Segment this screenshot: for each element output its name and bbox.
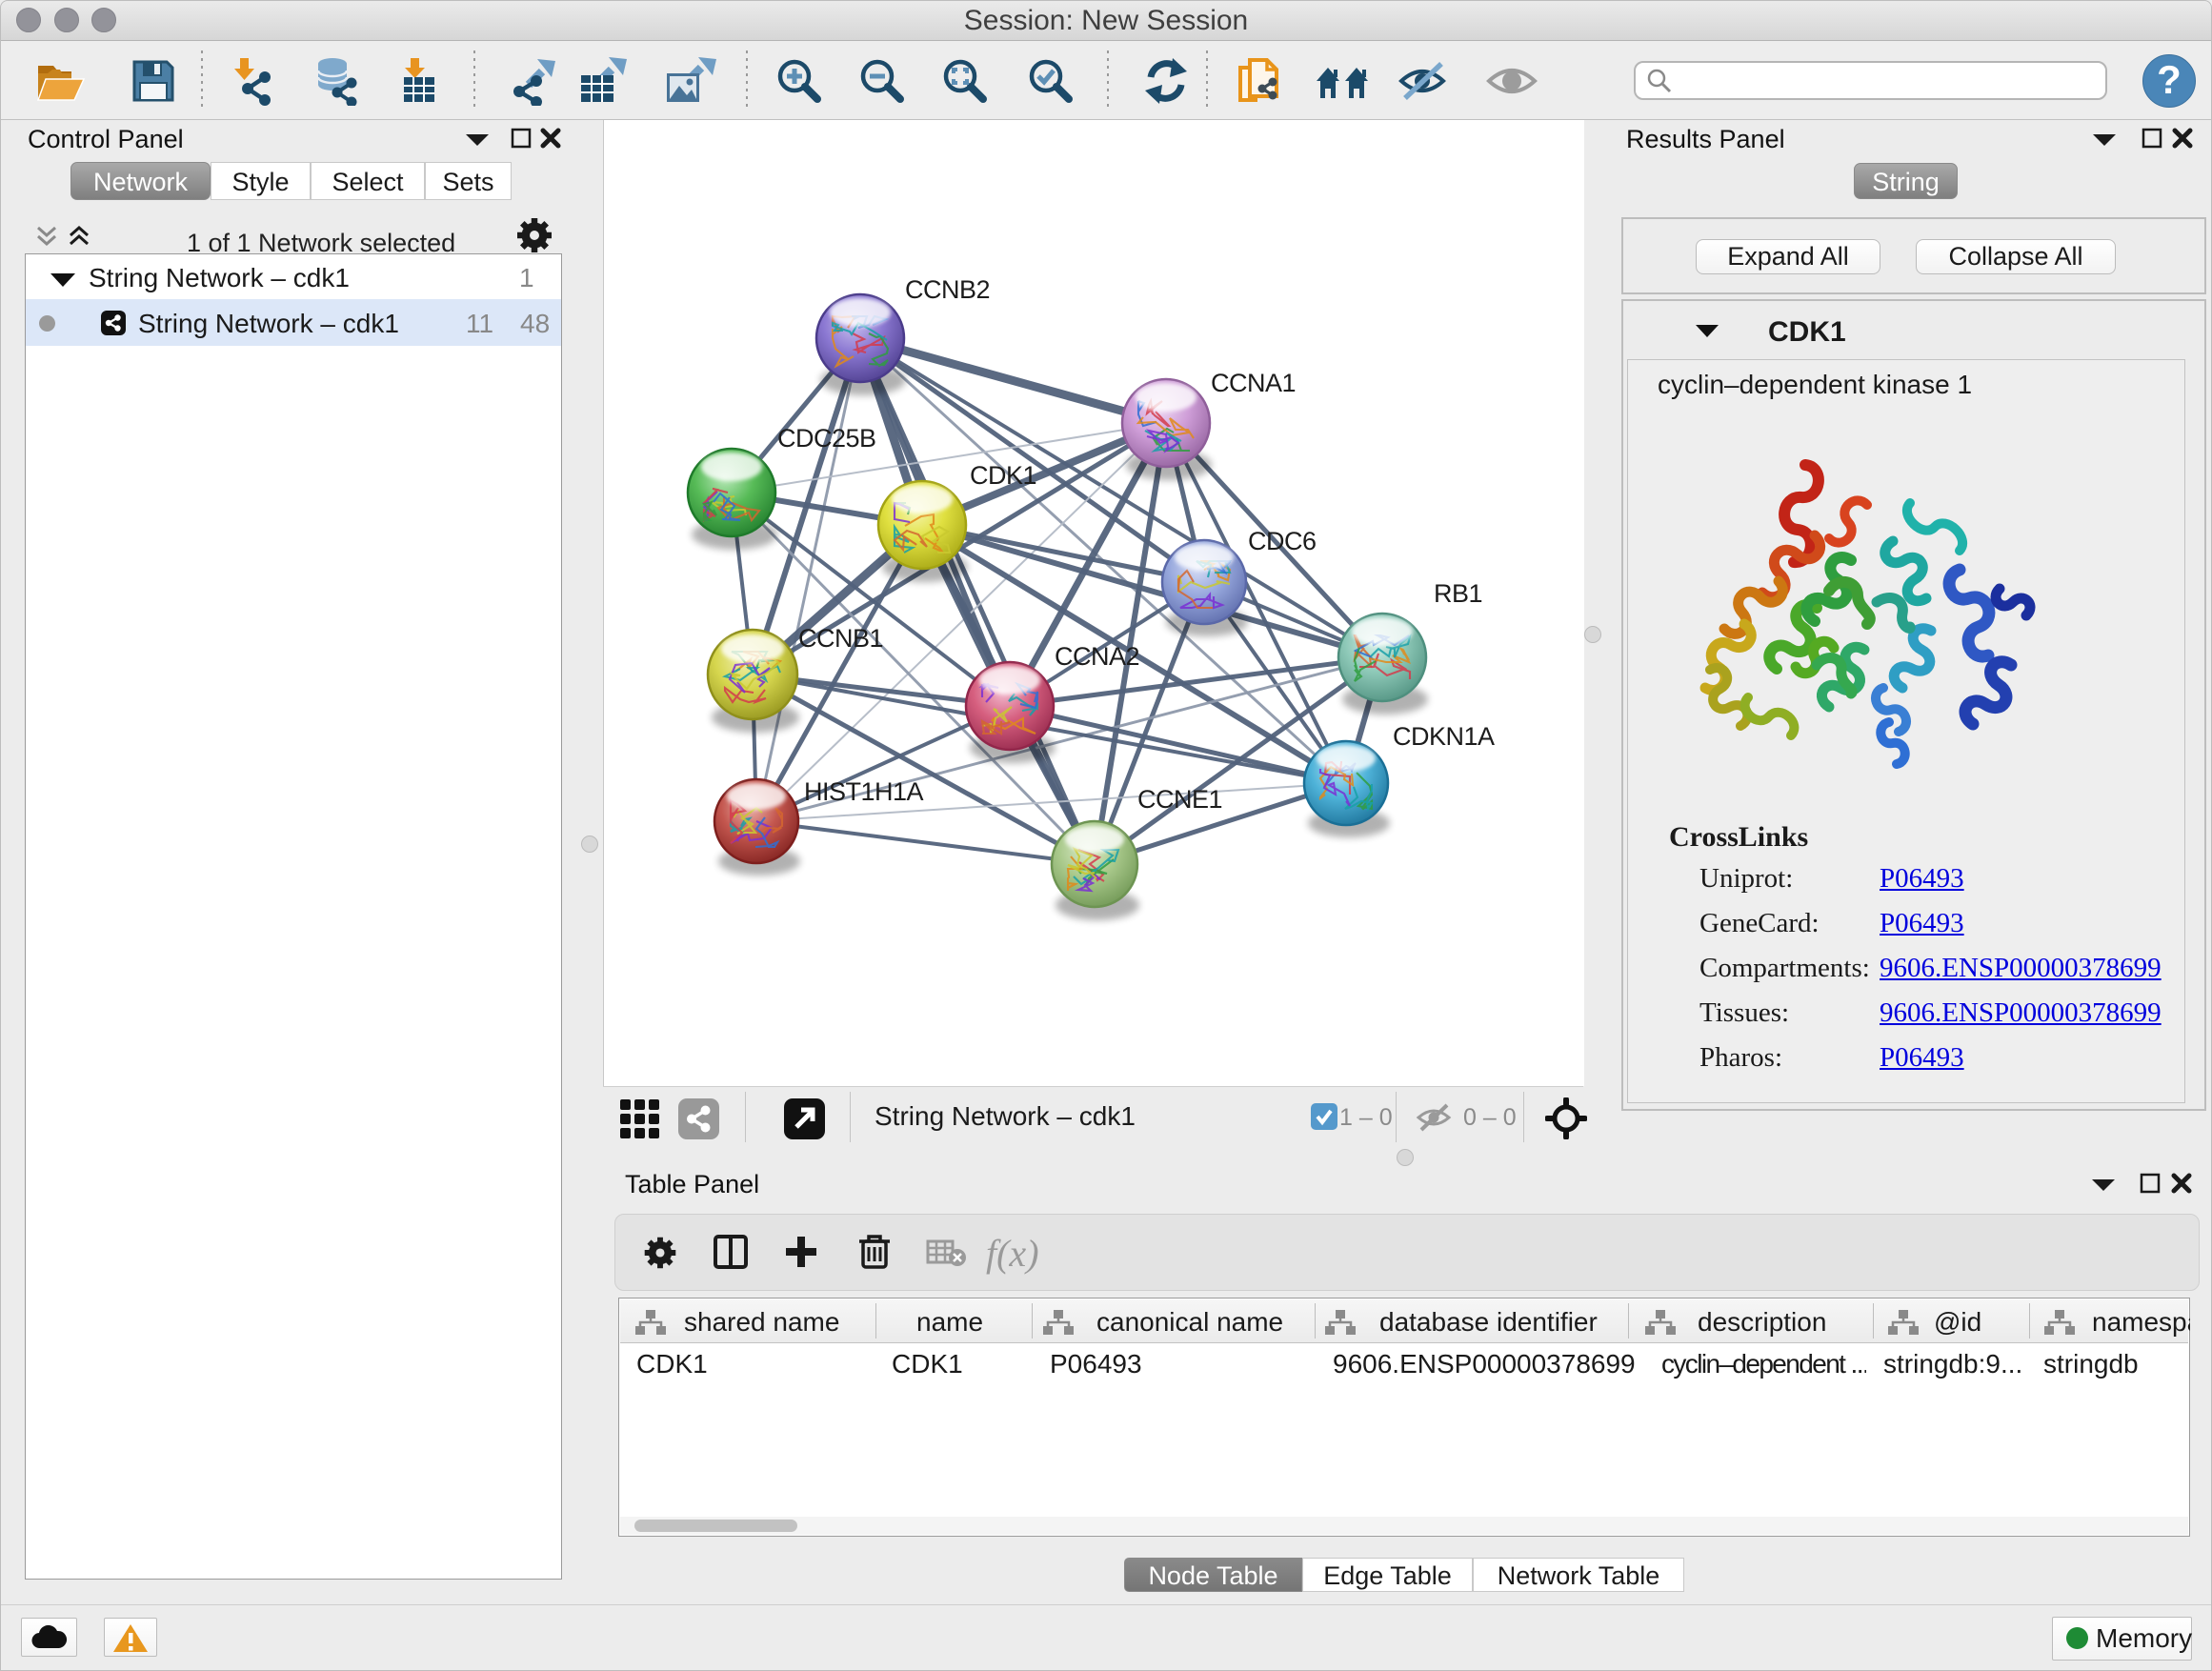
svg-text:CCNB1: CCNB1 (798, 624, 883, 653)
svg-text:CDC6: CDC6 (1248, 527, 1317, 555)
svg-text:CDKN1A: CDKN1A (1393, 722, 1495, 751)
svg-text:CCNA1: CCNA1 (1211, 369, 1296, 397)
svg-text:CDK1: CDK1 (970, 461, 1036, 490)
svg-text:CCNA2: CCNA2 (1055, 642, 1139, 671)
svg-text:CCNE1: CCNE1 (1137, 785, 1222, 814)
svg-text:RB1: RB1 (1434, 579, 1482, 608)
svg-text:CDC25B: CDC25B (777, 424, 876, 453)
svg-text:HIST1H1A: HIST1H1A (804, 777, 924, 806)
svg-text:CCNB2: CCNB2 (905, 275, 990, 304)
